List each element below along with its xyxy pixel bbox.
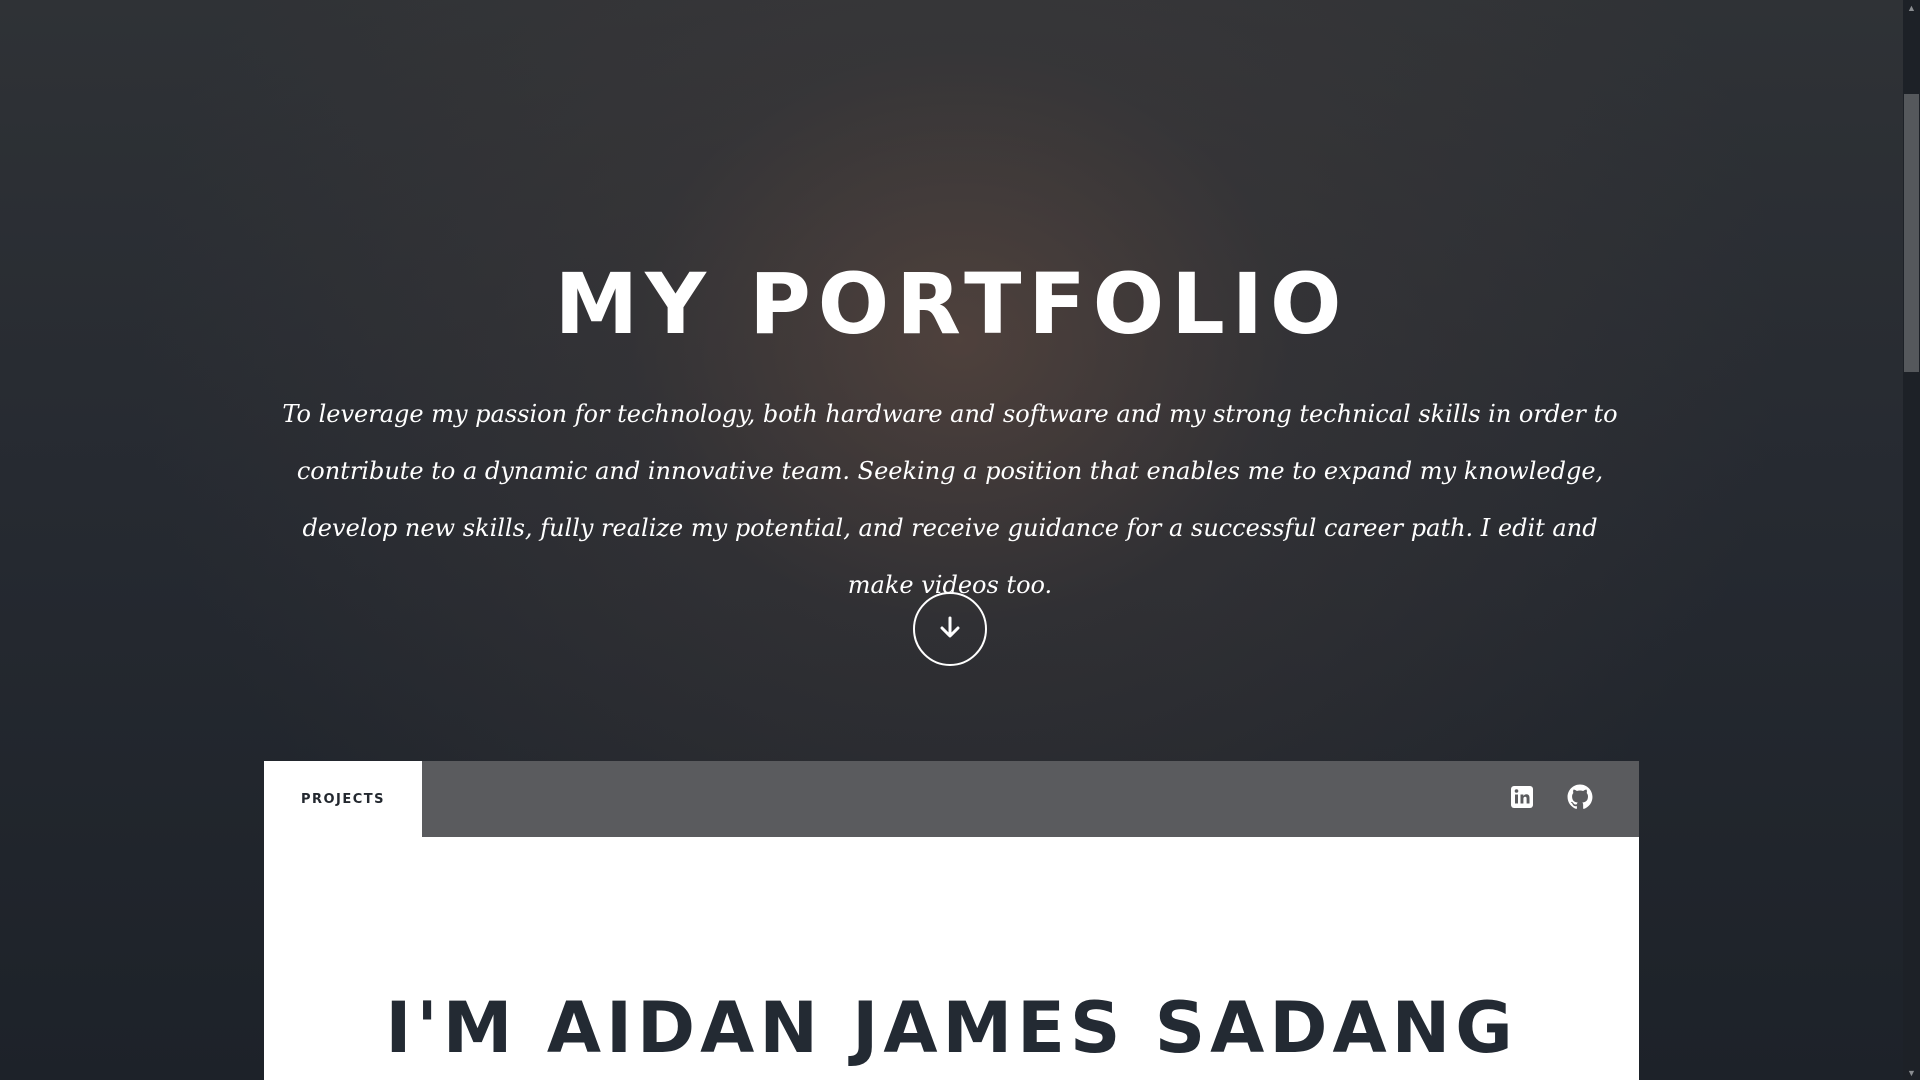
github-link[interactable] [1564, 783, 1596, 815]
tab-projects[interactable]: PROJECTS [264, 761, 422, 837]
tab-bar: PROJECTS [264, 761, 1639, 837]
page-title: MY PORTFOLIO [554, 255, 1349, 353]
scroll-down-button[interactable] [913, 592, 987, 666]
linkedin-link[interactable] [1506, 783, 1538, 815]
hero-section: MY PORTFOLIO To leverage my passion for … [0, 0, 1903, 760]
scroll-down-arrow-icon[interactable]: ▼ [1904, 1065, 1919, 1080]
scrollbar-thumb[interactable] [1904, 94, 1919, 372]
linkedin-icon [1510, 785, 1534, 814]
github-icon [1567, 784, 1593, 815]
about-heading: I'M AIDAN JAMES SADANG [385, 987, 1518, 1069]
hero-description: To leverage my passion for technology, b… [282, 400, 1618, 599]
content-panel: PROJECTS I'M AIDAN JAMES SADANG [264, 761, 1639, 1080]
arrow-down-icon [937, 614, 963, 645]
scroll-up-arrow-icon[interactable]: ▲ [1904, 0, 1919, 15]
